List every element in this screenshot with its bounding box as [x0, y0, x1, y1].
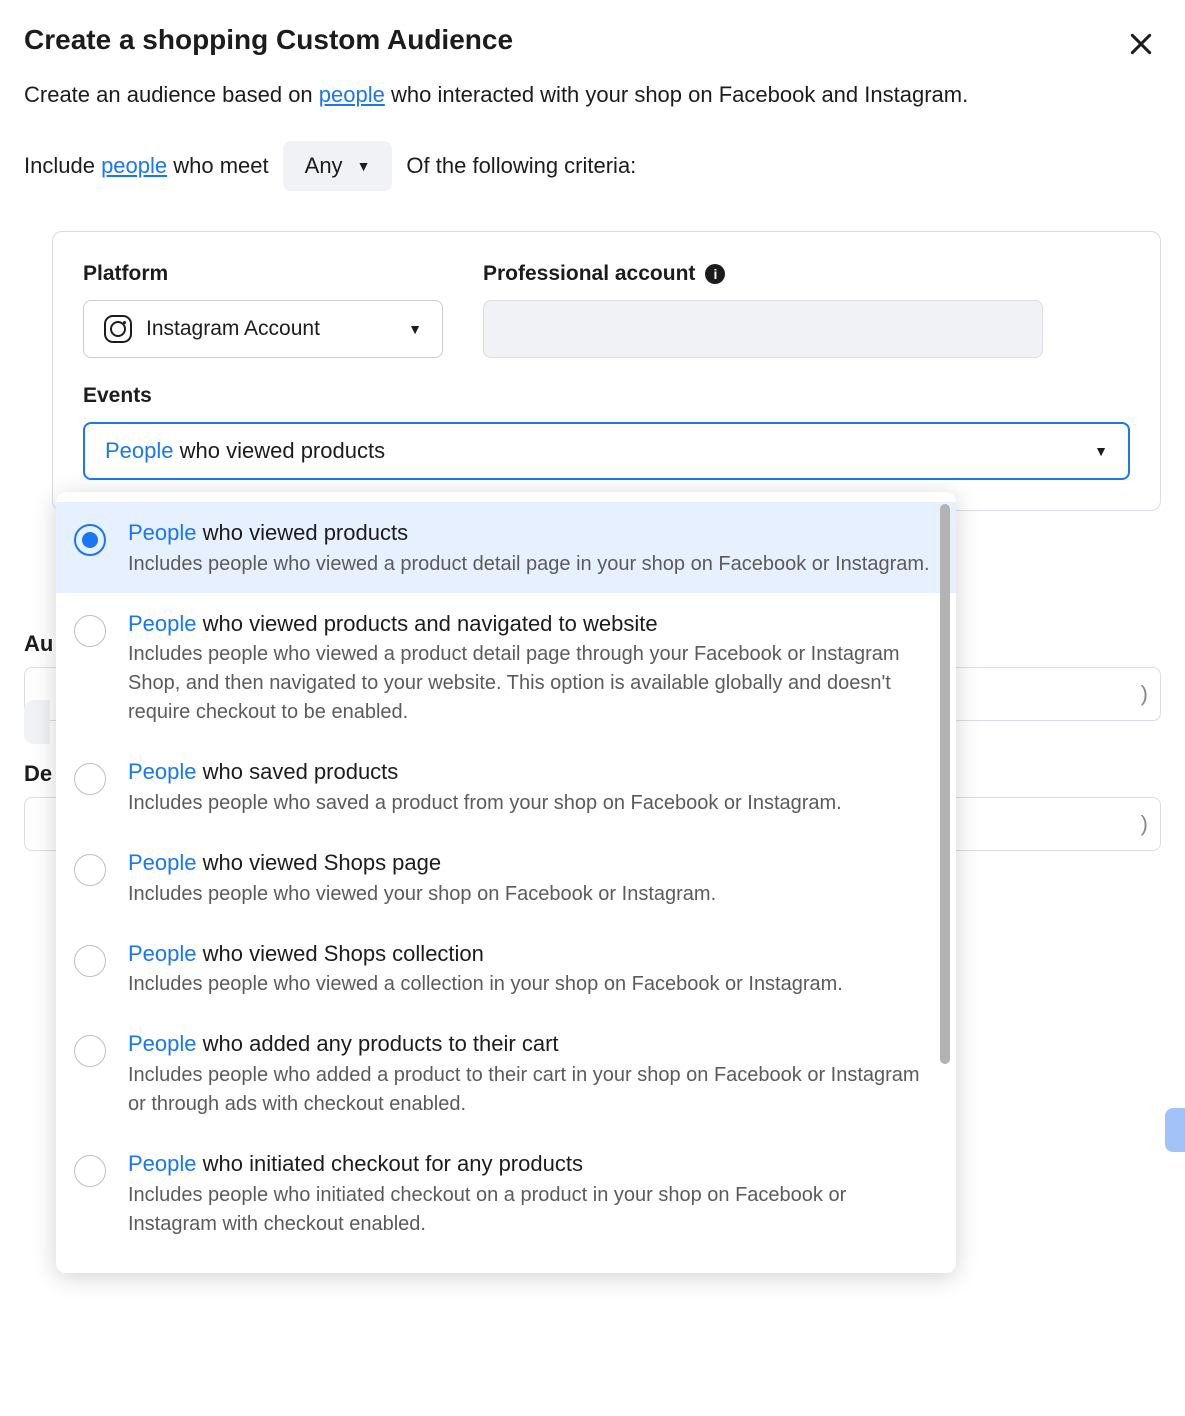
- option-title: People who viewed Shops page: [128, 848, 936, 878]
- option-token: People: [128, 1031, 197, 1056]
- account-section: Professional account i: [483, 262, 1130, 358]
- modal-description: Create an audience based on people who i…: [24, 78, 1161, 111]
- events-dropdown[interactable]: People who viewed products ▼: [83, 422, 1130, 480]
- option-title-rest: who saved products: [197, 759, 399, 784]
- caret-down-icon: ▼: [1094, 443, 1108, 459]
- option-token: People: [128, 1151, 197, 1176]
- modal-root: Create a shopping Custom Audience Create…: [0, 0, 1185, 511]
- criteria-card: Platform Instagram Account ▼ Professiona…: [52, 231, 1161, 511]
- obscured-primary-button-peek: [1165, 1108, 1185, 1152]
- modal-title: Create a shopping Custom Audience: [24, 24, 513, 56]
- info-icon[interactable]: i: [705, 264, 725, 284]
- option-title-rest: who added any products to their cart: [197, 1031, 559, 1056]
- option-token: People: [128, 850, 197, 875]
- platform-value: Instagram Account: [146, 317, 320, 341]
- option-title: People who viewed Shops collection: [128, 939, 936, 969]
- radio-icon: [74, 945, 106, 977]
- option-body: People who added any products to their c…: [128, 1029, 936, 1119]
- option-body: People who initiated checkout for any pr…: [128, 1149, 936, 1239]
- option-description: Includes people who initiated checkout o…: [128, 1181, 936, 1239]
- account-selector[interactable]: [483, 300, 1043, 358]
- event-option[interactable]: People who viewed Shops pageIncludes peo…: [56, 832, 956, 923]
- event-option[interactable]: People who saved productsIncludes people…: [56, 741, 956, 832]
- event-option[interactable]: People who viewed productsIncludes peopl…: [56, 502, 956, 593]
- events-selected-token: People: [105, 438, 174, 463]
- option-title-rest: who viewed products and navigated to web…: [197, 611, 658, 636]
- account-label: Professional account i: [483, 262, 1130, 286]
- option-title-rest: who viewed products: [197, 520, 409, 545]
- include-people-link[interactable]: people: [101, 153, 167, 178]
- obscured-peek-char: ): [1141, 811, 1148, 837]
- option-body: People who viewed Shops collectionInclud…: [128, 939, 936, 1000]
- option-description: Includes people who viewed a product det…: [128, 550, 936, 579]
- option-title-rest: who initiated checkout for any products: [197, 1151, 583, 1176]
- caret-down-icon: ▼: [357, 158, 371, 174]
- option-title: People who viewed products: [128, 518, 936, 548]
- option-description: Includes people who saved a product from…: [128, 789, 936, 818]
- scrollbar-track[interactable]: [940, 504, 950, 1064]
- option-body: People who saved productsIncludes people…: [128, 757, 936, 818]
- scrollbar-thumb[interactable]: [940, 504, 950, 1064]
- close-icon: [1128, 31, 1154, 57]
- match-mode-dropdown[interactable]: Any ▼: [283, 141, 393, 191]
- close-button[interactable]: [1121, 24, 1161, 64]
- events-selected-rest: who viewed products: [174, 438, 386, 463]
- include-criteria-row: Include people who meet Any ▼ Of the fol…: [24, 141, 1161, 191]
- desc-text-post: who interacted with your shop on Faceboo…: [385, 82, 968, 107]
- option-description: Includes people who viewed a collection …: [128, 970, 936, 999]
- radio-icon: [74, 1155, 106, 1187]
- option-description: Includes people who added a product to t…: [128, 1061, 936, 1119]
- account-label-text: Professional account: [483, 262, 695, 286]
- radio-icon: [74, 854, 106, 886]
- desc-people-link[interactable]: people: [319, 82, 385, 107]
- desc-text-pre: Create an audience based on: [24, 82, 319, 107]
- background-element-peek: [24, 700, 50, 744]
- option-token: People: [128, 941, 197, 966]
- option-title: People who added any products to their c…: [128, 1029, 936, 1059]
- option-title-rest: who viewed Shops collection: [197, 941, 484, 966]
- include-post-text: Of the following criteria:: [406, 153, 636, 179]
- caret-down-icon: ▼: [408, 321, 422, 337]
- obscured-peek-char: ): [1141, 681, 1148, 707]
- option-title: People who initiated checkout for any pr…: [128, 1149, 936, 1179]
- events-options-popup: People who viewed productsIncludes peopl…: [56, 492, 956, 1273]
- platform-dropdown[interactable]: Instagram Account ▼: [83, 300, 443, 358]
- match-mode-value: Any: [305, 153, 343, 179]
- platform-label: Platform: [83, 262, 443, 286]
- option-body: People who viewed productsIncludes peopl…: [128, 518, 936, 579]
- event-option[interactable]: People who viewed Shops collectionInclud…: [56, 923, 956, 1014]
- radio-icon: [74, 1035, 106, 1067]
- option-title-rest: who viewed Shops page: [197, 850, 442, 875]
- instagram-icon: [104, 315, 132, 343]
- include-mid-text: who meet: [167, 153, 269, 178]
- option-token: People: [128, 520, 197, 545]
- events-label: Events: [83, 384, 1130, 408]
- option-title: People who saved products: [128, 757, 936, 787]
- option-body: People who viewed products and navigated…: [128, 609, 936, 728]
- modal-header: Create a shopping Custom Audience: [24, 24, 1161, 78]
- option-token: People: [128, 611, 197, 636]
- option-title: People who viewed products and navigated…: [128, 609, 936, 639]
- option-description: Includes people who viewed a product det…: [128, 640, 936, 727]
- radio-icon: [74, 524, 106, 556]
- option-body: People who viewed Shops pageIncludes peo…: [128, 848, 936, 909]
- include-pre-text: Include: [24, 153, 101, 178]
- event-option[interactable]: People who added any products to their c…: [56, 1013, 956, 1133]
- option-description: Includes people who viewed your shop on …: [128, 880, 936, 909]
- include-pre: Include people who meet: [24, 153, 269, 179]
- event-option[interactable]: People who viewed products and navigated…: [56, 593, 956, 742]
- option-token: People: [128, 759, 197, 784]
- radio-icon: [74, 763, 106, 795]
- platform-section: Platform Instagram Account ▼: [83, 262, 443, 358]
- event-option[interactable]: People who initiated checkout for any pr…: [56, 1133, 956, 1253]
- radio-icon: [74, 615, 106, 647]
